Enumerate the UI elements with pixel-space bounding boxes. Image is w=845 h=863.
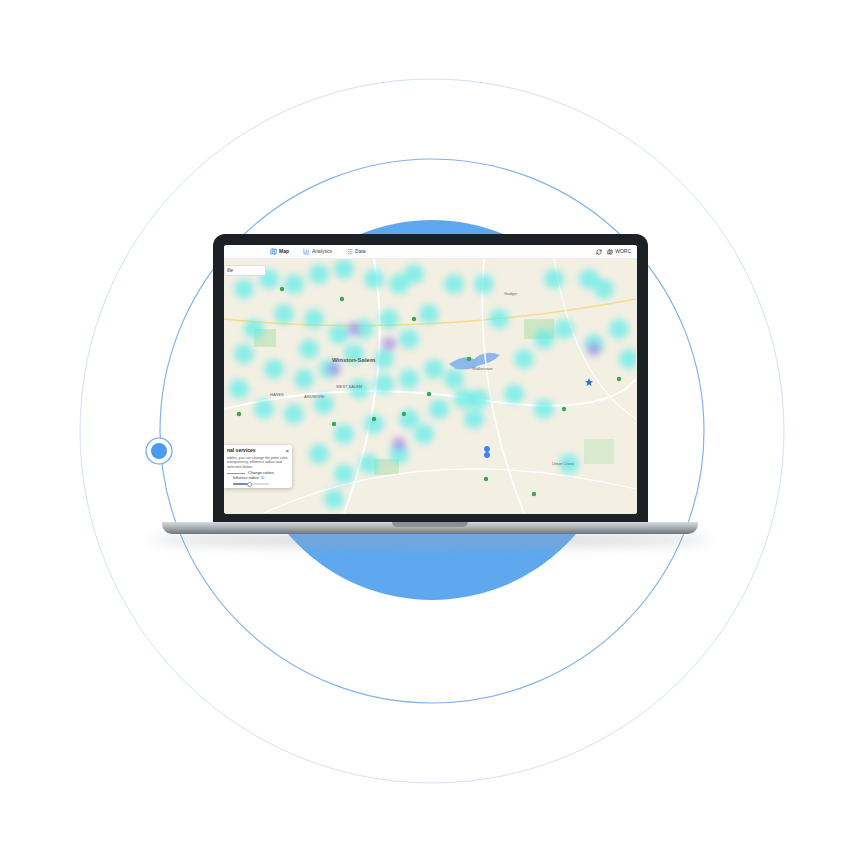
map-label: HANES [270, 393, 284, 397]
account-button[interactable]: WORC [607, 248, 631, 256]
search-field[interactable]: ille [224, 265, 266, 276]
slider-track[interactable] [233, 483, 269, 485]
refresh-icon[interactable] [596, 249, 602, 255]
page: Map Analytics Data WORC Winston-Salem HANES AR… [0, 0, 845, 863]
panel-description: tables, you can change the point color, … [227, 456, 289, 469]
settings-panel: nal services × tables, you can change the … [224, 445, 292, 488]
map-label: Winston-Salem [332, 357, 375, 363]
laptop-base [162, 522, 698, 534]
laptop-bezel: Map Analytics Data WORC Winston-Salem HANES AR… [213, 234, 648, 524]
slider-thumb[interactable] [247, 482, 252, 487]
change-colors-button[interactable]: Change colors [227, 471, 289, 475]
close-button[interactable]: × [285, 448, 289, 454]
laptop-shadow [150, 533, 710, 547]
nav-tab[interactable]: Analytics [301, 248, 334, 256]
nav-tab[interactable]: Map [268, 248, 291, 256]
map[interactable]: Winston-Salem HANES ARDMORE WEST SALEM Walke… [224, 259, 637, 514]
map-label: Gudger [504, 292, 517, 296]
radius-slider[interactable]: Influence radius:40 [227, 477, 289, 485]
tab-icon [346, 248, 353, 255]
laptop-notch [392, 522, 468, 527]
tab-icon [270, 248, 277, 255]
map-label: WEST SALEM [336, 385, 362, 389]
screen: Map Analytics Data WORC Winston-Salem HANES AR… [224, 245, 637, 514]
map-icon [607, 249, 613, 255]
nav-tab[interactable]: Data [344, 248, 368, 256]
map-label: ARDMORE [304, 395, 324, 399]
map-label: Walkertown [472, 367, 493, 371]
top-nav: Map Analytics Data WORC [224, 245, 637, 259]
map-label: Union Cross [552, 462, 574, 466]
tab-icon [303, 248, 310, 255]
panel-title: nal services [227, 448, 256, 453]
